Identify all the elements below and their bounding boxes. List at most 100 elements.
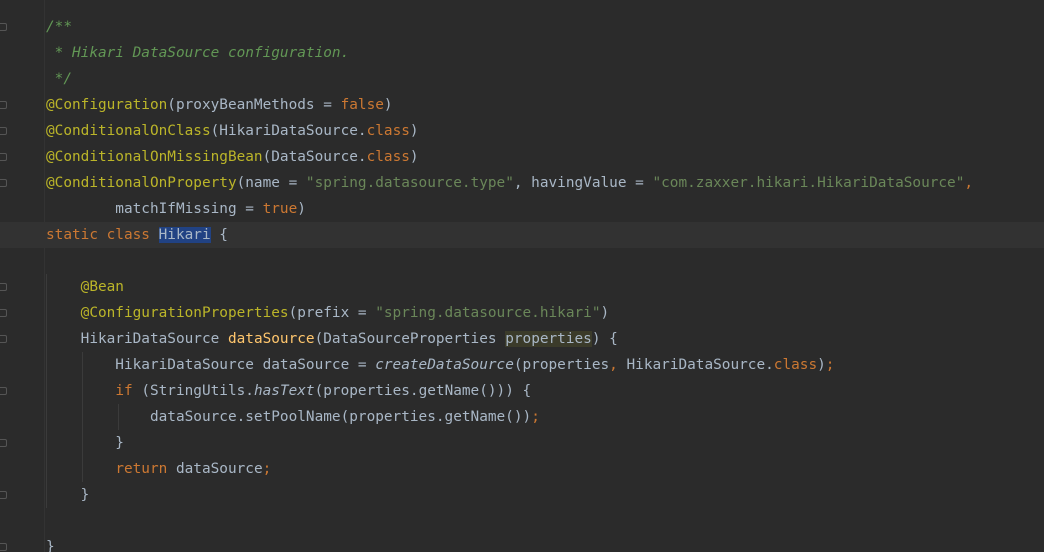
code-line[interactable]: if (StringUtils.hasText(properties.getNa… [46,378,1044,404]
fold-marker-icon[interactable] [0,23,7,31]
code-token: ) [600,305,610,321]
fold-marker-icon[interactable] [0,309,7,317]
fold-marker-icon[interactable] [0,335,7,343]
code-token: @Bean [80,279,124,295]
code-token: ) [409,149,419,165]
code-line[interactable]: * Hikari DataSource configuration. [46,40,1044,66]
code-line[interactable]: } [46,534,1044,552]
code-token: HikariDataSource. [626,357,774,373]
fold-marker-icon[interactable] [0,491,7,499]
indent-guide [46,352,47,378]
indent-guide [46,482,47,508]
code-token: ) [817,357,826,373]
code-token: (properties.getName())) { [314,383,532,399]
code-token: (HikariDataSource. [210,123,367,139]
code-token: ; [825,357,835,373]
code-token: @ConditionalOnMissingBean [46,149,263,165]
code-line[interactable]: dataSource.setPoolName(properties.getNam… [46,404,1044,430]
indent-guide [46,404,47,430]
code-token: true [262,201,298,217]
code-line[interactable]: @ConfigurationProperties(prefix = "sprin… [46,300,1044,326]
code-token: { [210,227,228,243]
code-token: dataSource [175,461,263,477]
fold-marker-icon[interactable] [0,387,7,395]
fold-marker-icon[interactable] [0,179,7,187]
editor-gutter[interactable] [0,0,38,552]
code-line[interactable]: } [46,430,1044,456]
indent-guide [46,274,47,300]
fold-marker-icon[interactable] [0,127,7,135]
code-token: ) [383,97,393,113]
code-line[interactable]: @ConditionalOnProperty(name = "spring.da… [46,170,1044,196]
code-line[interactable]: @ConditionalOnClass(HikariDataSource.cla… [46,118,1044,144]
code-token: (DataSource. [262,149,367,165]
code-line[interactable]: @Configuration(proxyBeanMethods = false) [46,92,1044,118]
code-token: ) [409,123,419,139]
code-token: * Hikari DataSource configuration. [46,45,350,61]
code-line[interactable]: matchIfMissing = true) [46,196,1044,222]
code-token: "com.zaxxer.hikari.HikariDataSource" [652,175,965,191]
code-area[interactable]: /** * Hikari DataSource configuration. *… [0,14,1044,552]
code-token: false [340,97,384,113]
code-token: @ConditionalOnClass [46,123,211,139]
code-line[interactable] [46,508,1044,534]
fold-marker-icon[interactable] [0,439,7,447]
code-token: , [964,175,974,191]
code-token: "spring.datasource.type" [305,175,514,191]
selected-identifier: Hikari [158,227,211,243]
fold-marker-icon[interactable] [0,543,7,551]
indent-guide [82,352,83,378]
fold-marker-icon[interactable] [0,283,7,291]
code-line[interactable] [46,248,1044,274]
indent-guide [46,378,47,404]
code-token: (prefix = [288,305,376,321]
code-line[interactable]: HikariDataSource dataSource(DataSourcePr… [46,326,1044,352]
indent-guide [46,326,47,352]
indent-guide [46,300,47,326]
code-line[interactable]: return dataSource; [46,456,1044,482]
code-token: class [366,123,410,139]
code-token: } [46,435,124,451]
code-token: } [46,539,55,552]
code-token: ; [531,409,540,425]
indent-guide [82,378,83,404]
code-line[interactable]: */ [46,66,1044,92]
code-line[interactable]: @ConditionalOnMissingBean(DataSource.cla… [46,144,1044,170]
code-token: (properties [513,357,610,373]
code-token: matchIfMissing = [46,201,263,217]
indent-guide [46,430,47,456]
code-token: "spring.datasource.hikari" [375,305,601,321]
code-token: HikariDataSource [46,331,228,347]
fold-marker-icon[interactable] [0,153,7,161]
code-token: ; [262,461,272,477]
code-token: dataSource [227,331,315,347]
fold-marker-icon[interactable] [0,101,7,109]
code-token: @ConfigurationProperties [80,305,289,321]
code-line[interactable]: } [46,482,1044,508]
code-token: /** [46,19,72,35]
code-token: @ConditionalOnProperty [46,175,237,191]
code-line[interactable]: static class Hikari { [0,222,1044,248]
code-token: (StringUtils. [141,383,254,399]
gutter-divider [44,0,45,552]
code-token: (name = [236,175,306,191]
code-token: createDataSource [375,357,514,373]
code-token: (proxyBeanMethods = [167,97,341,113]
code-line[interactable]: @Bean [46,274,1044,300]
code-token: hasText [253,383,315,399]
indent-guide [118,404,119,430]
code-editor[interactable]: /** * Hikari DataSource configuration. *… [0,0,1044,552]
code-token: } [46,487,90,503]
code-line[interactable]: HikariDataSource dataSource = createData… [46,352,1044,378]
code-token: */ [46,71,72,87]
indent-guide [46,456,47,482]
indent-guide [82,456,83,482]
code-line[interactable]: /** [46,14,1044,40]
code-token: ) [297,201,306,217]
code-token: class [366,149,410,165]
code-token: if [115,383,142,399]
